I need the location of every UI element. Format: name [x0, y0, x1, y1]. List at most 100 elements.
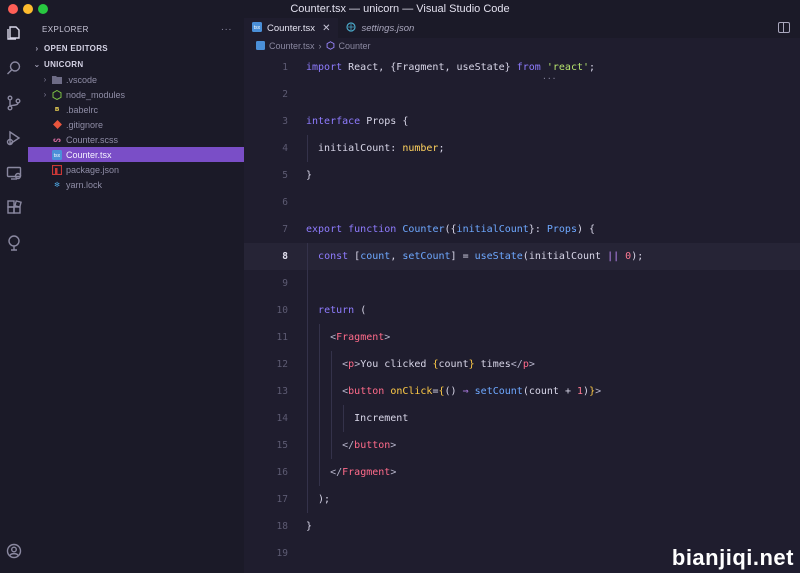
tree-item-gitignore[interactable]: .gitignore — [28, 117, 244, 132]
extensions-icon[interactable] — [5, 199, 23, 217]
code-line[interactable]: 17 ); — [244, 486, 800, 513]
chevron-right-icon: › — [35, 43, 39, 53]
code-line[interactable]: 10 return ( — [244, 297, 800, 324]
svg-text:tsx: tsx — [254, 25, 261, 31]
code-line[interactable]: 7 export function Counter({initialCount}… — [244, 216, 800, 243]
code-line[interactable]: 18 } — [244, 513, 800, 540]
title-bar: Counter.tsx — unicorn — Visual Studio Co… — [0, 0, 800, 18]
line-number: 6 — [282, 197, 288, 208]
tsx-icon — [256, 40, 265, 52]
tree-item-label: Counter.scss — [66, 134, 119, 145]
tree-item-vscode[interactable]: › .vscode — [28, 72, 244, 87]
run-debug-icon[interactable] — [5, 129, 23, 147]
breadcrumb-symbol[interactable]: Counter — [339, 41, 371, 51]
account-icon[interactable] — [5, 542, 23, 560]
code-line[interactable]: 16 </Fragment> — [244, 459, 800, 486]
node-folder-icon — [52, 89, 62, 100]
line-number: 7 — [282, 224, 288, 235]
explorer-header: EXPLORER ··· — [28, 18, 244, 40]
breadcrumb-file[interactable]: Counter.tsx — [269, 41, 315, 51]
tree-item-label: .babelrc — [66, 104, 99, 115]
code-line[interactable]: 2 — [244, 81, 800, 108]
window-title: Counter.tsx — unicorn — Visual Studio Co… — [290, 3, 510, 15]
code-line[interactable]: 13 <button onClick={() ⇒ setCount(count … — [244, 378, 800, 405]
chevron-right-icon: › — [43, 90, 47, 99]
line-number: 10 — [276, 305, 288, 316]
search-icon[interactable] — [5, 59, 23, 77]
minimize-window-button[interactable] — [23, 4, 33, 14]
yarn-icon: ✻ — [54, 181, 60, 189]
open-editors-label: OPEN EDITORS — [44, 43, 108, 53]
tree-icon[interactable] — [5, 234, 23, 252]
line-number: 15 — [276, 440, 288, 451]
tree-item-label: .gitignore — [66, 119, 104, 130]
line-number: 14 — [276, 413, 288, 424]
sass-icon: ᔕ — [53, 136, 61, 144]
code-line[interactable]: 15 </button> — [244, 432, 800, 459]
line-number: 1 — [282, 62, 288, 73]
code-line[interactable]: 11 <Fragment> — [244, 324, 800, 351]
more-actions-icon[interactable]: ··· — [221, 24, 232, 35]
line-number: 11 — [276, 332, 288, 343]
line-number: 18 — [276, 521, 288, 532]
code-line[interactable]: 5 } — [244, 162, 800, 189]
tree-item-node-modules[interactable]: › node_modules — [28, 87, 244, 102]
tab-settings-json[interactable]: settings.json — [338, 18, 422, 38]
code-line[interactable]: 1 import React, {Fragment, useState} fro… — [244, 54, 800, 81]
chevron-right-icon: › — [43, 75, 47, 84]
code-line-current[interactable]: 8 const [count, setCount] = useState(ini… — [244, 243, 800, 270]
tab-label: settings.json — [361, 22, 415, 34]
tree-item-counter-tsx[interactable]: tsx Counter.tsx — [28, 147, 244, 162]
project-section[interactable]: ⌄ UNICORN — [28, 56, 244, 72]
line-number: 19 — [276, 548, 288, 559]
chevron-down-icon: ⌄ — [33, 59, 41, 69]
tsx-icon: tsx — [252, 22, 262, 34]
settings-json-icon — [346, 22, 357, 34]
tree-item-counter-scss[interactable]: ᔕ Counter.scss — [28, 132, 244, 147]
line-number: 8 — [282, 251, 288, 262]
line-number: 12 — [276, 359, 288, 370]
chevron-right-icon: › — [318, 41, 322, 51]
tree-item-label: node_modules — [66, 89, 126, 100]
tree-item-label: yarn.lock — [66, 179, 103, 190]
breadcrumb: Counter.tsx › Counter — [244, 38, 800, 54]
code-line[interactable]: 6 — [244, 189, 800, 216]
code-editor[interactable]: 1 import React, {Fragment, useState} fro… — [244, 54, 800, 573]
explorer-sidebar: EXPLORER ··· › OPEN EDITORS ⌄ UNICORN › … — [28, 18, 244, 573]
project-label: UNICORN — [44, 59, 84, 69]
open-editors-section[interactable]: › OPEN EDITORS — [28, 40, 244, 56]
line-number: 16 — [276, 467, 288, 478]
folder-icon — [52, 75, 62, 85]
line-number: 5 — [282, 170, 288, 181]
source-control-icon[interactable] — [5, 94, 23, 112]
code-line[interactable]: 4 initialCount: number; — [244, 135, 800, 162]
activity-bar — [0, 18, 28, 573]
code-line[interactable]: 3 interface Props { — [244, 108, 800, 135]
close-window-button[interactable] — [8, 4, 18, 14]
split-editor-icon[interactable] — [778, 22, 790, 33]
code-line[interactable]: 12 <p>You clicked {count} times</p> — [244, 351, 800, 378]
code-line[interactable]: 14 Increment — [244, 405, 800, 432]
tree-item-label: package.json — [66, 164, 120, 175]
tsx-icon: tsx — [52, 149, 62, 160]
line-number: 2 — [282, 89, 288, 100]
explorer-title: EXPLORER — [42, 24, 89, 34]
code-line[interactable]: 9 — [244, 270, 800, 297]
tree-item-yarn-lock[interactable]: ✻ yarn.lock — [28, 177, 244, 192]
line-number: 4 — [282, 143, 288, 154]
git-icon — [52, 120, 62, 130]
tree-item-package-json[interactable]: package.json — [28, 162, 244, 177]
tab-counter-tsx[interactable]: tsx Counter.tsx ✕ — [244, 18, 339, 38]
symbol-icon — [326, 40, 335, 52]
npm-icon — [52, 164, 62, 175]
close-tab-icon[interactable]: ✕ — [322, 23, 330, 34]
line-number: 13 — [276, 386, 288, 397]
tree-item-babelrc[interactable]: ʙ .babelrc — [28, 102, 244, 117]
editor-tabs: tsx Counter.tsx ✕ settings.json — [244, 18, 800, 38]
line-number: 9 — [282, 278, 288, 289]
explorer-icon[interactable] — [5, 24, 23, 42]
tree-item-label: Counter.tsx — [66, 149, 112, 160]
remote-explorer-icon[interactable] — [5, 164, 23, 182]
maximize-window-button[interactable] — [38, 4, 48, 14]
watermark: bianjiqi.net — [671, 545, 794, 570]
